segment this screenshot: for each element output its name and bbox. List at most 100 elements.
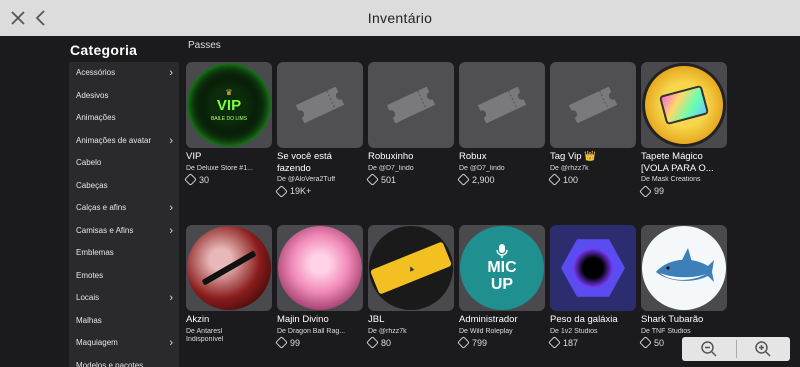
item-price-value: 187 bbox=[563, 337, 579, 348]
sidebar-item-label: Maquiagem bbox=[76, 338, 118, 347]
sidebar-item-label: Calças e afins bbox=[76, 203, 127, 212]
zoom-control bbox=[682, 337, 790, 361]
item-price: 99 bbox=[639, 184, 727, 198]
sidebar-item[interactable]: Malhas bbox=[69, 310, 179, 333]
ticket-icon[interactable] bbox=[277, 62, 363, 148]
ticket-icon[interactable] bbox=[459, 62, 545, 148]
sidebar-item[interactable]: Calças e afins › bbox=[69, 197, 179, 220]
item-creator: De @D7_lindo bbox=[459, 164, 505, 172]
robux-icon bbox=[639, 336, 652, 349]
item-card[interactable]: Shark Tubarão De TNF Studios 50 bbox=[639, 225, 727, 349]
sidebar-item-label: Modelos e pacotes bbox=[76, 360, 144, 367]
item-card[interactable]: MIC UP Administrador De Wild Roleplay 799 bbox=[457, 225, 545, 349]
item-name: VIP bbox=[186, 151, 202, 162]
item-price-value: 19K+ bbox=[290, 186, 312, 196]
item-name: Robux bbox=[459, 151, 487, 162]
thumb-text: VIP bbox=[216, 97, 242, 114]
item-price: 100 bbox=[548, 173, 636, 186]
sidebar-item-label: Locais bbox=[76, 293, 100, 302]
item-price-value: 80 bbox=[381, 337, 392, 348]
item-name: Tapete Mágico [VOLA PARA O... bbox=[641, 151, 714, 174]
zoom-out-icon[interactable] bbox=[682, 337, 736, 361]
robux-icon bbox=[275, 184, 288, 198]
ticket-icon[interactable] bbox=[550, 62, 636, 148]
item-card[interactable]: Se você está fazendo De @AloVera2Tuff 19K+ bbox=[275, 62, 363, 198]
sidebar-item-label: Animações de avatar bbox=[76, 135, 152, 145]
robux-icon bbox=[184, 173, 197, 186]
ticket-icon[interactable] bbox=[368, 62, 454, 148]
sidebar-item[interactable]: Modelos e pacotes bbox=[69, 355, 179, 367]
item-creator: De Dragon Ball Rag... bbox=[277, 327, 346, 335]
sidebar-item[interactable]: Camisas e Afins › bbox=[69, 220, 179, 243]
zoom-in-icon[interactable] bbox=[737, 337, 791, 361]
item-card[interactable]: Akzin De Antaresl Indisponível bbox=[186, 225, 272, 343]
robux-icon bbox=[366, 173, 379, 186]
item-creator: De 1v2 Studios bbox=[550, 327, 598, 335]
item-name: Robuxinho bbox=[368, 151, 414, 162]
robux-icon bbox=[548, 173, 561, 186]
item-price: 501 bbox=[366, 173, 454, 186]
thumb-subtext: BAILE DO LIMS bbox=[210, 116, 248, 122]
sidebar-item-label: Camisas e Afins bbox=[76, 225, 134, 235]
chevron-right-icon: › bbox=[169, 202, 173, 214]
category-title: Categoria bbox=[70, 42, 138, 58]
chevron-right-icon: › bbox=[169, 337, 173, 349]
section-title: Passes bbox=[188, 40, 221, 51]
item-card[interactable]: Robuxinho De @D7_lindo 501 bbox=[366, 62, 454, 186]
item-card[interactable]: Tapete Mágico [VOLA PARA O... De Mask Cre… bbox=[639, 62, 727, 198]
item-thumbnail[interactable]: ♛ VIP BAILE DO LIMS bbox=[186, 62, 272, 148]
item-price: 799 bbox=[457, 336, 545, 349]
robux-icon bbox=[457, 336, 470, 349]
sidebar-item[interactable]: Maquiagem › bbox=[69, 332, 179, 355]
crown-icon: ♛ bbox=[225, 88, 233, 97]
microphone-icon bbox=[496, 244, 508, 258]
top-bar: Inventário bbox=[0, 0, 800, 36]
item-thumbnail[interactable] bbox=[641, 225, 727, 311]
item-thumbnail[interactable] bbox=[186, 225, 272, 311]
item-name: JBL bbox=[368, 314, 385, 325]
sidebar-item[interactable]: Cabeças bbox=[69, 175, 179, 198]
category-sidebar: Categoria Acessórios › Adesivos Animações An… bbox=[0, 36, 180, 367]
item-thumbnail[interactable]: MIC UP bbox=[459, 225, 545, 311]
sidebar-item[interactable]: Animações de avatar › bbox=[69, 130, 179, 153]
chevron-right-icon: › bbox=[169, 292, 173, 304]
item-price: 80 bbox=[366, 336, 454, 349]
item-card[interactable]: Peso da galáxia De 1v2 Studios 187 bbox=[548, 225, 636, 349]
sidebar-item[interactable]: Adesivos bbox=[69, 85, 179, 108]
item-creator: De Deluxe Store #1... bbox=[186, 164, 253, 172]
item-thumbnail[interactable]: ▲ bbox=[368, 225, 454, 311]
item-thumbnail[interactable] bbox=[277, 225, 363, 311]
item-card[interactable]: Robux De @D7_lindo 2,900 bbox=[457, 62, 545, 186]
sidebar-item[interactable]: Acessórios › bbox=[69, 62, 179, 85]
item-creator: De Antaresl bbox=[186, 327, 223, 335]
sidebar-item[interactable]: Emotes bbox=[69, 265, 179, 288]
item-card[interactable]: ▲ JBL De @rhzz7k 80 bbox=[366, 225, 454, 349]
item-price: 187 bbox=[548, 336, 636, 349]
sidebar-item-label: Cabelo bbox=[76, 158, 102, 167]
item-price: 99 bbox=[275, 336, 363, 349]
item-name: Akzin bbox=[186, 314, 210, 325]
item-creator: De TNF Studios bbox=[641, 327, 691, 335]
item-card[interactable]: Tag Vip 👑 De @rhzz7k 100 bbox=[548, 62, 636, 186]
sidebar-item[interactable]: Locais › bbox=[69, 287, 179, 310]
item-name: Tag Vip 👑 bbox=[550, 151, 596, 162]
robux-icon bbox=[548, 336, 561, 349]
item-name: Shark Tubarão bbox=[641, 314, 704, 325]
item-price-value: 2,900 bbox=[472, 174, 495, 185]
item-thumbnail[interactable] bbox=[550, 225, 636, 311]
item-price-value: 100 bbox=[563, 174, 579, 185]
robux-icon bbox=[639, 184, 652, 198]
chevron-right-icon: › bbox=[169, 224, 173, 237]
item-card[interactable]: ♛ VIP BAILE DO LIMS VIP De Deluxe Store #1..… bbox=[184, 62, 272, 186]
chevron-right-icon: › bbox=[169, 134, 173, 147]
item-status: Indisponível bbox=[186, 335, 224, 343]
sidebar-item[interactable]: Animações bbox=[69, 107, 179, 130]
item-price: 2,900 bbox=[457, 173, 545, 186]
item-card[interactable]: Majin Divino De Dragon Ball Rag... 99 bbox=[275, 225, 363, 349]
sidebar-item[interactable]: Emblemas bbox=[69, 242, 179, 265]
thumb-text: MIC bbox=[487, 259, 517, 276]
inventory-content: Passes ♛ VIP BAILE DO LIMS VIP De Deluxe Sto… bbox=[180, 36, 800, 367]
item-price: 19K+ bbox=[275, 184, 363, 198]
item-thumbnail[interactable] bbox=[641, 62, 727, 148]
sidebar-item[interactable]: Cabelo bbox=[69, 152, 179, 175]
